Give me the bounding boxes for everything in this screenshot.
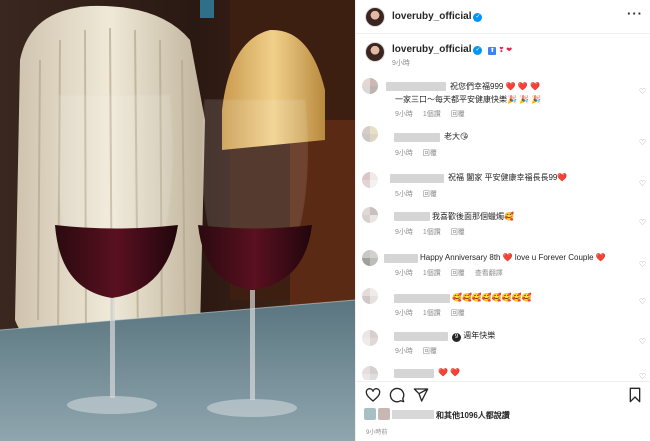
commenter-avatar[interactable] [362, 250, 378, 266]
comment-meta: 5小時 回覆 [395, 191, 437, 198]
commenter-name-blurred[interactable] [384, 254, 418, 263]
comments-list[interactable]: 祝您們幸福999 ❤️ ❤️ ❤️ 一家三口～每天都平安健康快樂🎉 🎉 🎉 9小… [356, 72, 650, 380]
heart-icon[interactable]: ♡ [639, 337, 646, 346]
commenter-avatar[interactable] [362, 126, 378, 142]
comment-meta: 9小時 回覆 [395, 150, 437, 157]
commenter-name-blurred[interactable] [386, 82, 446, 91]
commenter-avatar[interactable] [362, 330, 378, 346]
comment-text: Happy Anniversary 8th ❤️ love u Forever … [420, 253, 606, 262]
heart-icon[interactable]: ♡ [639, 87, 646, 96]
heart-icon[interactable]: ♡ [639, 138, 646, 147]
liker-avatar[interactable] [378, 408, 390, 420]
commenter-name-blurred[interactable] [394, 294, 450, 303]
comment-item: 老大😘 9小時 回覆 ♡ [356, 124, 650, 157]
comment-text: 老大😘 [444, 132, 469, 141]
comment-meta: 9小時 1個讚 回覆 查看翻譯 [395, 270, 503, 277]
caption: loveruby_official ✓ ⬆ ❣ ❤ 9小時 [356, 38, 650, 68]
commenter-avatar[interactable] [362, 366, 378, 380]
comment-icon[interactable] [389, 387, 405, 403]
heart-icon[interactable]: ♡ [639, 372, 646, 380]
post-time: 9小時前 [366, 430, 388, 436]
likes-row: 和其他1096人都說讚 [356, 406, 650, 424]
heart-icon[interactable]: ♡ [639, 179, 646, 188]
commenter-name-blurred[interactable] [394, 332, 448, 341]
likes-text[interactable]: 和其他1096人都說讚 [436, 410, 510, 421]
comment-item: 9 週年快樂 9小時 回覆 ♡ [356, 328, 650, 358]
share-icon[interactable] [413, 387, 429, 403]
comment-item: 我喜歡後面那個蠟燭🥰 9小時 1個讚 回覆 ♡ [356, 205, 650, 241]
commenter-name-blurred[interactable] [394, 133, 440, 142]
up-arrow-icon: ⬆ [488, 47, 497, 55]
commenter-name-blurred[interactable] [394, 212, 430, 221]
comment-item: Happy Anniversary 8th ❤️ love u Forever … [356, 248, 650, 282]
comment-meta: 9小時 1個讚 回覆 [395, 310, 465, 317]
heart-icon[interactable]: ♡ [639, 297, 646, 306]
more-icon[interactable]: ··· [627, 7, 643, 20]
heart-icon[interactable] [365, 387, 381, 403]
heart-icon[interactable]: ♡ [639, 260, 646, 269]
commenter-avatar[interactable] [362, 172, 378, 188]
comment-meta: 9小時 1個讚 回覆 [395, 111, 465, 118]
commenter-avatar[interactable] [362, 78, 378, 94]
comment-text: 我喜歡後面那個蠟燭🥰 [432, 212, 514, 221]
comment-item: 祝福 闔家 平安健康幸福長長99❤️ 5小時 回覆 ♡ [356, 170, 650, 198]
commenter-name-blurred[interactable] [394, 369, 434, 378]
comment-text: 祝福 闔家 平安健康幸福長長99❤️ [448, 173, 568, 182]
comment-text-line2: 一家三口～每天都平安健康快樂🎉 🎉 🎉 [395, 95, 542, 104]
comment-item: ❤️ ❤️ ♡ [356, 366, 650, 380]
action-bar [356, 381, 650, 409]
commenter-name-blurred[interactable] [390, 174, 444, 183]
caption-time: 9小時 [392, 60, 410, 67]
commenter-avatar[interactable] [362, 207, 378, 223]
hearts-icon: ❣ ❤ [498, 47, 513, 54]
liker-avatar[interactable] [364, 408, 376, 420]
comment-text: 9 週年快樂 [452, 331, 495, 342]
caption-emojis: ⬆ ❣ ❤ [488, 45, 513, 55]
caption-line: loveruby_official ✓ ⬆ ❣ ❤ [392, 44, 513, 55]
comment-item: 祝您們幸福999 ❤️ ❤️ ❤️ 一家三口～每天都平安健康快樂🎉 🎉 🎉 9小… [356, 76, 650, 118]
verified-icon: ✓ [473, 13, 483, 22]
liker-name-blurred[interactable] [392, 410, 434, 419]
comment-text: ❤️ ❤️ [438, 368, 461, 377]
post-photo [0, 0, 355, 441]
verified-icon: ✓ [473, 46, 483, 55]
post-panel: loveruby_official ✓ ··· loveruby_official… [355, 0, 650, 441]
caption-avatar[interactable] [365, 42, 385, 62]
post-header: loveruby_official ✓ ··· [356, 0, 650, 34]
author-username[interactable]: loveruby_official ✓ [392, 11, 483, 22]
comment-item: 🥰🥰🥰🥰🥰🥰🥰🥰 9小時 1個讚 回覆 ♡ [356, 286, 650, 317]
bookmark-icon[interactable] [627, 387, 643, 403]
wine-glasses-photo [0, 0, 355, 441]
author-avatar[interactable] [365, 7, 385, 27]
comment-meta: 9小時 1個讚 回覆 [395, 229, 465, 236]
comment-text: 祝您們幸福999 ❤️ ❤️ ❤️ [450, 82, 540, 91]
comment-text: 🥰🥰🥰🥰🥰🥰🥰🥰 [452, 293, 532, 302]
heart-icon[interactable]: ♡ [639, 218, 646, 227]
commenter-avatar[interactable] [362, 288, 378, 304]
comment-meta: 9小時 回覆 [395, 348, 437, 355]
number-badge: 9 [452, 333, 461, 342]
